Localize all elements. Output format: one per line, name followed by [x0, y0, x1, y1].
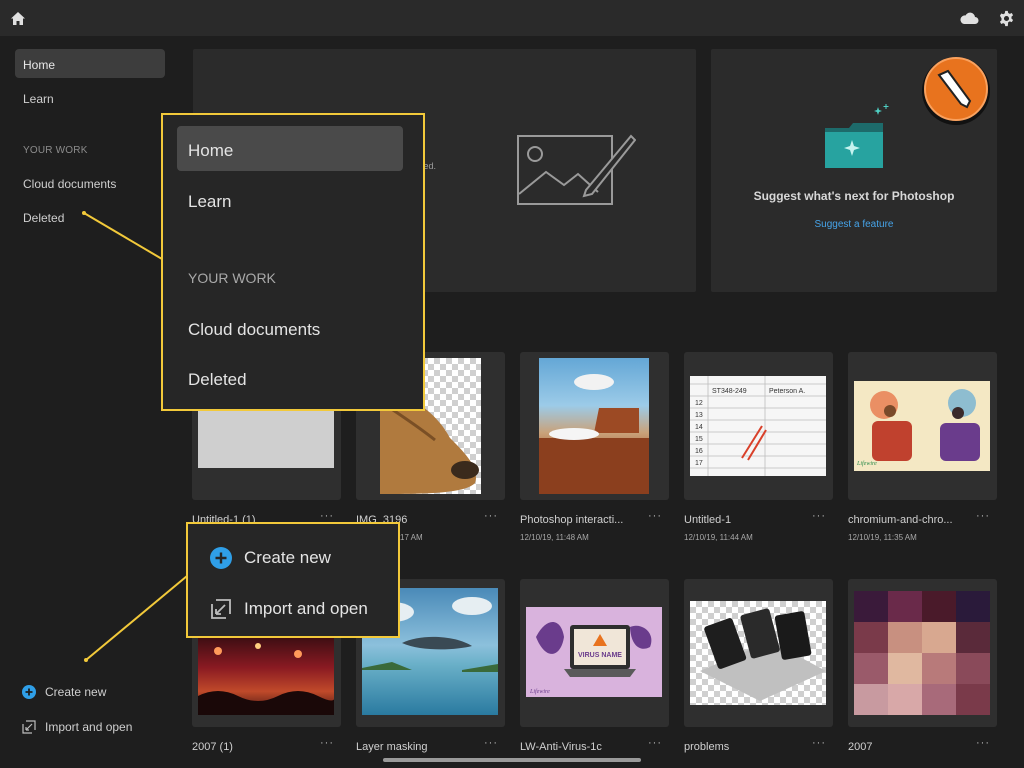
callout-section-heading: YOUR WORK: [188, 270, 276, 286]
import-icon: [211, 599, 231, 619]
callout-item-home[interactable]: Home: [188, 141, 233, 161]
home-indicator-bar[interactable]: [383, 758, 641, 762]
callout-connectors: [82, 211, 188, 662]
callout-create-new-label: Create new: [244, 548, 331, 567]
actions-zoom-callout: Create new Import and open: [186, 522, 400, 638]
plus-circle-icon: [210, 547, 232, 569]
callout-item-learn[interactable]: Learn: [188, 192, 231, 212]
callout-item-cloud-documents[interactable]: Cloud documents: [188, 320, 320, 340]
callout-item-deleted[interactable]: Deleted: [188, 370, 247, 390]
callout-import-open-label: Import and open: [244, 599, 368, 618]
callout-create-new-button[interactable]: Create new: [210, 547, 331, 569]
callout-import-open-button[interactable]: Import and open: [210, 598, 368, 620]
nav-zoom-callout: Home Learn YOUR WORK Cloud documents Del…: [161, 113, 425, 411]
